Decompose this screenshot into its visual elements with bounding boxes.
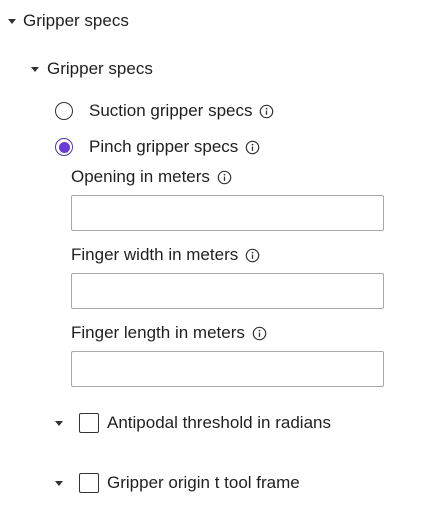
- finger-length-label: Finger length in meters: [71, 323, 245, 342]
- tree-node-label: Gripper specs: [23, 11, 129, 30]
- finger-width-label-row: Finger width in meters: [71, 243, 260, 267]
- opening-field-label-row: Opening in meters: [71, 165, 232, 189]
- tree-node-label: Gripper specs: [47, 59, 153, 78]
- antipodal-threshold-section[interactable]: Antipodal threshold in radians: [53, 411, 331, 435]
- info-icon[interactable]: [245, 140, 260, 155]
- pinch-gripper-label: Pinch gripper specs: [89, 137, 239, 156]
- suction-gripper-option[interactable]: Suction gripper specs: [55, 99, 274, 123]
- finger-width-label: Finger width in meters: [71, 245, 239, 264]
- chevron-down-icon[interactable]: [6, 15, 18, 27]
- chevron-down-icon[interactable]: [53, 477, 65, 489]
- gripper-origin-section[interactable]: Gripper origin t tool frame: [53, 471, 300, 495]
- antipodal-threshold-checkbox[interactable]: [79, 413, 99, 433]
- tree-node-gripper-specs-root[interactable]: Gripper specs: [6, 9, 129, 33]
- opening-label: Opening in meters: [71, 167, 210, 186]
- tree-node-gripper-specs-child[interactable]: Gripper specs: [29, 57, 153, 81]
- pinch-gripper-radio[interactable]: [55, 138, 73, 156]
- info-icon[interactable]: [245, 248, 260, 263]
- chevron-down-icon[interactable]: [29, 63, 41, 75]
- info-icon[interactable]: [259, 104, 274, 119]
- gripper-origin-checkbox[interactable]: [79, 473, 99, 493]
- finger-length-label-row: Finger length in meters: [71, 321, 267, 345]
- finger-length-input[interactable]: [71, 351, 384, 387]
- antipodal-threshold-label: Antipodal threshold in radians: [107, 413, 331, 432]
- suction-gripper-radio[interactable]: [55, 102, 73, 120]
- gripper-origin-label: Gripper origin t tool frame: [107, 473, 300, 492]
- opening-input[interactable]: [71, 195, 384, 231]
- chevron-down-icon[interactable]: [53, 417, 65, 429]
- pinch-gripper-option[interactable]: Pinch gripper specs: [55, 135, 260, 159]
- finger-width-input[interactable]: [71, 273, 384, 309]
- suction-gripper-label: Suction gripper specs: [89, 101, 253, 120]
- info-icon[interactable]: [217, 170, 232, 185]
- info-icon[interactable]: [252, 326, 267, 341]
